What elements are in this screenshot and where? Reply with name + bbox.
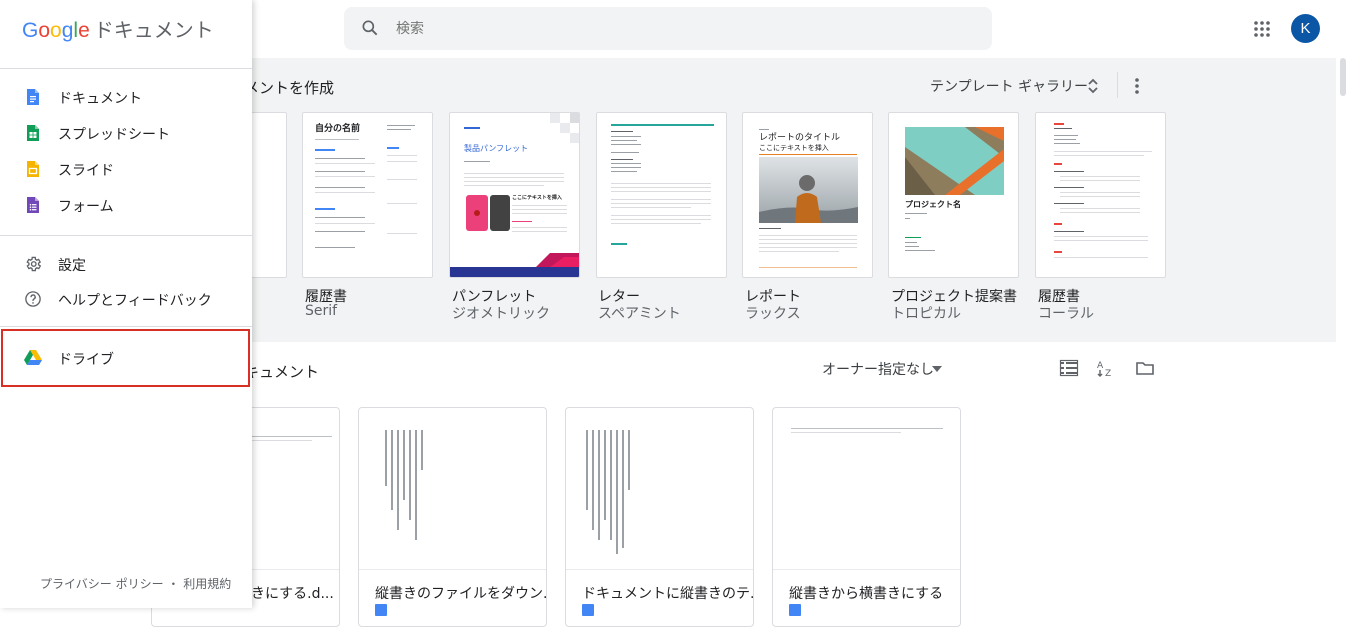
drawer-item-label: スプレッドシート — [58, 127, 170, 143]
thumb-section: ここにテキストを挿入 — [512, 195, 562, 201]
template-card-project-tropical[interactable]: プロジェクト名 — [888, 112, 1019, 278]
thumb-footer-pattern — [450, 253, 579, 277]
drawer-divider — [0, 326, 252, 327]
scrollbar-thumb[interactable] — [1340, 58, 1346, 96]
thumb-pattern — [550, 113, 579, 143]
thumb-title: 製品パンフレット — [464, 144, 529, 153]
docs-icon — [27, 89, 39, 105]
thumb-title: 自分の名前 — [315, 124, 361, 134]
google-logo: Google — [22, 19, 90, 42]
thumb-geometric-art — [905, 127, 1004, 195]
sheets-icon — [27, 125, 39, 141]
drawer-item-label: フォーム — [58, 199, 114, 215]
slides-icon — [27, 161, 39, 177]
template-style: ラックス — [745, 306, 801, 322]
drawer-item-drive[interactable]: ドライブ — [0, 341, 252, 375]
vertical-text-preview — [586, 430, 630, 554]
search-icon[interactable] — [360, 18, 380, 38]
recent-doc-card[interactable]: 縦書きから横書きにする — [772, 407, 961, 627]
drawer-item-docs[interactable]: ドキュメント — [0, 80, 252, 114]
doc-title: ドキュメントに縦書きのテ... — [582, 586, 754, 602]
template-style: ジオメトリック — [452, 306, 550, 322]
list-view-icon[interactable] — [1059, 358, 1079, 378]
docs-file-icon — [375, 604, 387, 616]
template-card-report-lux[interactable]: レポートのタイトル ここにテキストを挿入 — [742, 112, 873, 278]
drawer-item-label: 設定 — [58, 258, 86, 274]
thumb-photo — [759, 157, 858, 223]
help-icon — [25, 291, 41, 307]
drive-icon — [24, 350, 42, 365]
drawer-item-settings[interactable]: 設定 — [0, 247, 252, 281]
recent-section-heading: キュメント — [244, 363, 320, 381]
docs-file-icon — [582, 604, 594, 616]
search-bar[interactable] — [344, 7, 992, 50]
doc-thumbnail — [359, 408, 546, 570]
more-options-icon[interactable] — [1134, 77, 1140, 95]
gear-icon — [26, 256, 42, 272]
dropdown-arrow-icon[interactable] — [932, 366, 942, 372]
thumb-phone-image — [466, 195, 510, 231]
drawer-item-sheets[interactable]: スプレッドシート — [0, 116, 252, 150]
template-style: スペアミント — [598, 306, 681, 322]
account-avatar[interactable]: K — [1291, 14, 1320, 43]
template-section-heading: メントを作成 — [244, 79, 335, 97]
thumb-title: プロジェクト名 — [905, 200, 961, 209]
drawer-item-forms[interactable]: フォーム — [0, 188, 252, 222]
template-gallery-button[interactable]: テンプレート ギャラリー — [930, 76, 1088, 96]
svg-text:A: A — [1097, 361, 1104, 371]
unfold-icon[interactable] — [1087, 77, 1099, 95]
template-style: コーラル — [1038, 306, 1094, 322]
template-card-letter-spearmint[interactable] — [596, 112, 727, 278]
thumb-subtitle: ここにテキストを挿入 — [759, 144, 829, 152]
footer-links[interactable]: プライバシー ポリシー ・ 利用規約 — [40, 575, 231, 592]
thumb-title: レポートのタイトル — [759, 133, 841, 143]
vertical-text-preview — [385, 430, 423, 540]
search-input[interactable] — [396, 7, 956, 50]
owner-filter-dropdown[interactable]: オーナー指定なし — [822, 359, 934, 379]
recent-doc-card[interactable]: ドキュメントに縦書きのテ... — [565, 407, 754, 627]
folder-icon[interactable] — [1135, 358, 1155, 378]
docs-file-icon — [789, 604, 801, 616]
drawer-divider — [0, 68, 252, 69]
drawer-item-label: ドキュメント — [58, 91, 142, 107]
template-card-brochure[interactable]: 製品パンフレット ここにテキストを挿入 — [449, 112, 580, 278]
template-style: トロピカル — [891, 306, 961, 322]
template-card-resume-coral[interactable] — [1035, 112, 1166, 278]
apps-grid-icon[interactable] — [1253, 20, 1271, 38]
drawer-item-label: スライド — [58, 163, 114, 179]
template-style: Serif — [305, 303, 338, 319]
doc-title: 縦書きのファイルをダウン... — [375, 586, 547, 602]
scrollbar[interactable] — [1336, 58, 1350, 608]
drawer-item-slides[interactable]: スライド — [0, 152, 252, 186]
drawer-divider — [0, 235, 252, 236]
template-card-resume-serif[interactable]: 自分の名前 — [302, 112, 433, 278]
sort-az-icon[interactable]: AZ — [1096, 358, 1116, 378]
forms-icon — [27, 197, 39, 213]
app-name: ドキュメント — [93, 18, 214, 42]
divider — [1117, 72, 1118, 98]
navigation-drawer: Google ドキュメント ドキュメント スプレッドシート スライド フォーム 設… — [0, 0, 252, 608]
doc-thumbnail — [566, 408, 753, 570]
drawer-item-help[interactable]: ヘルプとフィードバック — [0, 282, 252, 316]
svg-text:Z: Z — [1105, 369, 1111, 378]
drawer-item-label: ドライブ — [58, 352, 114, 368]
app-logo[interactable]: Google ドキュメント — [22, 14, 214, 44]
drawer-item-label: ヘルプとフィードバック — [58, 293, 212, 309]
doc-title: 縦書きから横書きにする — [789, 586, 944, 602]
doc-thumbnail — [773, 408, 960, 570]
recent-doc-card[interactable]: 縦書きのファイルをダウン... — [358, 407, 547, 627]
